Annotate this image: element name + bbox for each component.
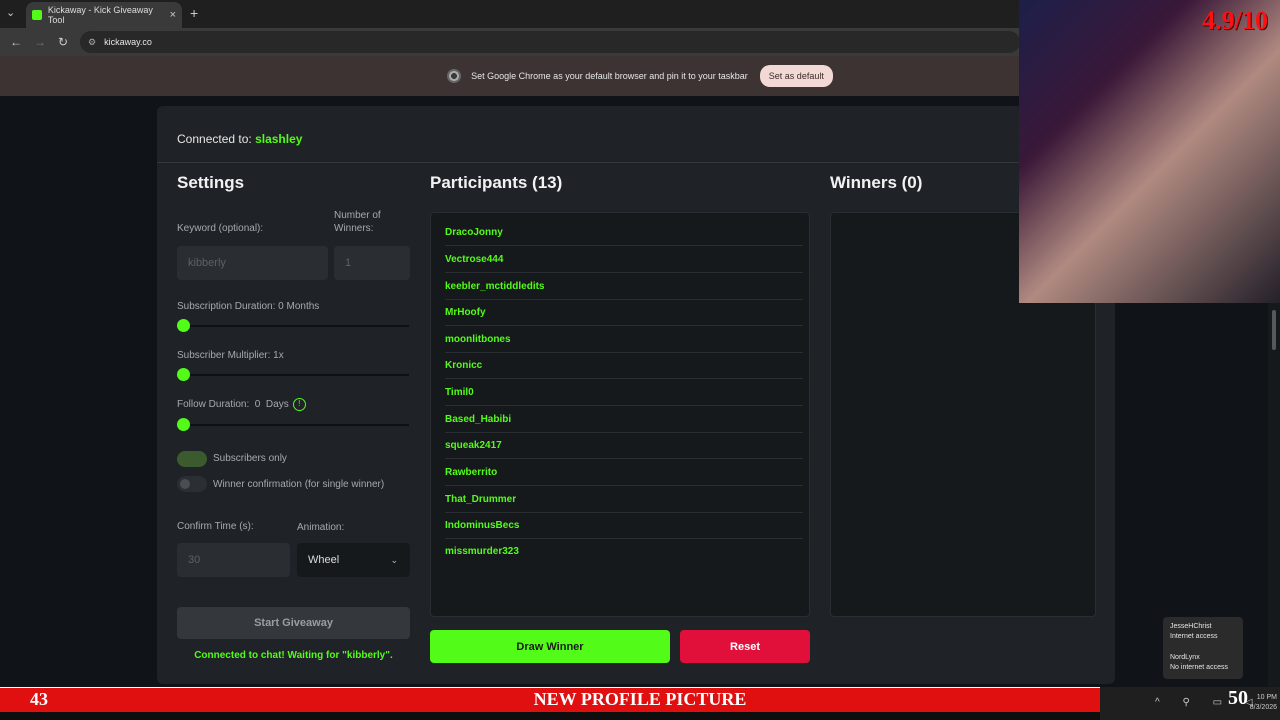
participants-title: Participants (13) (430, 173, 563, 192)
animation-value: Wheel (308, 554, 340, 566)
winners-count-input[interactable]: 1 (334, 246, 410, 280)
participant-item[interactable]: MrHoofy (445, 299, 803, 326)
settings-title: Settings (177, 173, 245, 192)
network-status: Internet access (1170, 633, 1218, 640)
participant-item[interactable]: Based_Habibi (445, 406, 803, 433)
connected-prefix: Connected to: (177, 132, 252, 146)
participant-item[interactable]: missmurder323 (445, 538, 803, 565)
system-taskbar: ^ ⚲ ▭ ◁ 50 10 PM 8/3/2026 (1100, 687, 1280, 720)
sub-duration-slider-thumb[interactable] (177, 319, 190, 332)
follow-duration-row: Follow Duration: 0 Days! (177, 398, 306, 411)
network-popup: JesseHChrist Internet access NordLynx No… (1163, 617, 1243, 679)
participant-item[interactable]: That_Drummer (445, 486, 803, 513)
site-settings-icon[interactable]: ⚙ (88, 37, 96, 48)
participant-item[interactable]: DracoJonny (445, 219, 803, 246)
sub-duration-label: Subscription Duration: 0 Months (177, 301, 320, 312)
participant-item[interactable]: squeak2417 (445, 432, 803, 459)
follow-duration-label: Follow Duration: 0 Days (177, 399, 289, 411)
banner-title: NEW PROFILE PICTURE (533, 689, 747, 709)
sub-duration-slider[interactable] (177, 325, 409, 327)
sub-multiplier-slider-thumb[interactable] (177, 368, 190, 381)
forward-arrow-icon[interactable]: → (34, 35, 46, 49)
draw-winner-button[interactable]: Draw Winner (430, 630, 670, 663)
channel-name: slashley (255, 132, 303, 146)
participants-list[interactable]: DracoJonny Vectrose444 keebler_mctiddled… (430, 212, 810, 617)
browser-tab[interactable]: Kickaway - Kick Giveaway Tool × (26, 2, 182, 28)
subscribers-only-label: Subscribers only (213, 453, 287, 464)
sub-multiplier-slider[interactable] (177, 374, 409, 376)
subscribers-only-toggle[interactable] (177, 451, 207, 467)
follow-duration-slider-thumb[interactable] (177, 418, 190, 431)
reset-button[interactable]: Reset (680, 630, 810, 663)
clock-date: 8/3/2026 (1249, 704, 1277, 711)
keyword-label: Keyword (optional): (177, 223, 264, 234)
tab-list-chevron-down-icon[interactable]: ⌄ (6, 6, 15, 19)
connection-status: Connected to: slashley (177, 132, 302, 146)
kickaway-app: Connected to: slashley Settings Keyword … (157, 106, 1115, 684)
participant-item[interactable]: Vectrose444 (445, 246, 803, 273)
bottom-strip (0, 712, 1100, 720)
participant-item[interactable]: IndominusBecs (445, 512, 803, 539)
back-arrow-icon[interactable]: ← (10, 35, 22, 49)
page-scrollbar[interactable] (1268, 303, 1280, 688)
winner-confirmation-label: Winner confirmation (for single winner) (213, 479, 385, 490)
new-tab-plus-icon[interactable]: + (190, 5, 198, 21)
clock-time: 10 PM (1256, 694, 1277, 701)
url-text: kickaway.co (104, 37, 152, 47)
overlay-right-number: 50 (1228, 687, 1248, 709)
network-name: NordLynx (1170, 654, 1200, 661)
set-as-default-button[interactable]: Set as default (759, 65, 833, 87)
address-bar[interactable]: ⚙ kickaway.co (80, 31, 1020, 53)
sub-multiplier-label: Subscriber Multiplier: 1x (177, 350, 284, 361)
winners-title: Winners (0) (830, 173, 923, 192)
rating-text: 4.9/10 (1202, 6, 1268, 35)
tab-title: Kickaway - Kick Giveaway Tool (47, 5, 153, 25)
animation-select[interactable]: Wheel ⌄ (297, 543, 410, 577)
participant-item[interactable]: Rawberrito (445, 459, 803, 486)
participant-item[interactable]: keebler_mctiddledits (445, 273, 803, 300)
tab-close-icon[interactable]: × (170, 9, 176, 21)
webcam-overlay: 4.9/10 (1019, 0, 1280, 303)
confirm-time-input[interactable]: 30 (177, 543, 290, 577)
participant-item[interactable]: Kronicc (445, 352, 803, 379)
keyword-input[interactable]: kibberly (177, 246, 328, 280)
chrome-logo-icon (447, 69, 462, 83)
winner-confirmation-toggle[interactable] (177, 476, 207, 492)
reload-icon[interactable]: ↻ (58, 35, 68, 49)
kickaway-favicon-icon (32, 10, 42, 20)
infobar-text: Set Google Chrome as your default browse… (471, 71, 748, 81)
network-name: JesseHChrist (1170, 623, 1212, 630)
info-icon[interactable]: ! (292, 398, 306, 411)
follow-duration-slider[interactable] (177, 424, 409, 426)
animation-label: Animation: (297, 522, 345, 533)
chevron-down-icon: ⌄ (390, 554, 398, 565)
scrollbar-thumb[interactable] (1272, 310, 1276, 350)
start-giveaway-button[interactable]: Start Giveaway (177, 607, 410, 639)
confirm-time-label: Confirm Time (s): (177, 521, 254, 532)
chat-status-text: Connected to chat! Waiting for "kibberly… (194, 650, 393, 661)
winners-count-label: Number of Winners: (334, 210, 381, 234)
taskbar-clock[interactable]: 10 PM 8/3/2026 (1247, 693, 1277, 713)
participant-item[interactable]: Timil0 (445, 379, 803, 406)
participant-item[interactable]: moonlitbones (445, 326, 803, 353)
stream-banner: 43 NEW PROFILE PICTURE (0, 687, 1100, 712)
header-divider (157, 162, 1115, 163)
network-status: No internet access (1170, 664, 1228, 671)
